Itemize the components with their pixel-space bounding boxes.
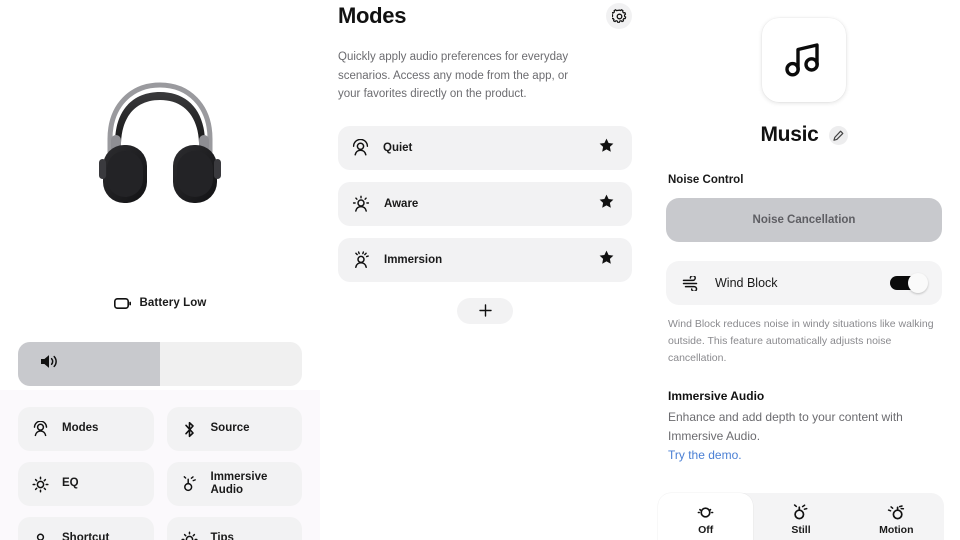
off-circle-icon (697, 506, 714, 518)
wind-icon (682, 275, 701, 291)
wind-block-row[interactable]: Wind Block (666, 261, 942, 305)
wind-block-label: Wind Block (715, 276, 778, 290)
tile-shortcut[interactable]: Shortcut (18, 517, 154, 540)
plus-icon (478, 304, 492, 318)
star-filled-icon (599, 138, 614, 152)
modes-panel: Modes Quickly apply audio preferences fo… (320, 0, 650, 540)
immersive-audio-description: Enhance and add depth to your content wi… (668, 410, 903, 444)
segment-label: Motion (879, 523, 914, 536)
wind-block-help-text: Wind Block reduces noise in windy situat… (668, 318, 934, 364)
music-note-icon (785, 43, 819, 77)
tile-label: Modes (62, 422, 99, 435)
modes-description: Quickly apply audio preferences for ever… (338, 51, 569, 101)
immersive-audio-icon (181, 475, 198, 493)
volume-control (0, 316, 320, 386)
aware-head-icon (352, 195, 370, 213)
mode-title-row: Music (658, 123, 950, 147)
segment-motion[interactable]: Motion (849, 493, 944, 540)
gear-icon (611, 8, 626, 23)
mode-item-aware[interactable]: Aware (338, 181, 632, 226)
mode-title: Music (760, 123, 819, 146)
still-icon (794, 503, 808, 519)
noise-control-label: Noise Control (668, 174, 744, 186)
battery-label: Battery Low (139, 297, 207, 309)
mode-detail-panel: Music Noise Control Noise Cancellation W… (650, 0, 960, 540)
modes-head-icon (32, 421, 49, 437)
tile-label: Immersive Audio (210, 470, 268, 496)
add-mode-button[interactable] (457, 297, 513, 324)
modes-header: Modes (338, 0, 632, 32)
tile-eq[interactable]: EQ (18, 462, 154, 506)
segment-off[interactable]: Off (658, 493, 754, 540)
star-filled-icon (599, 194, 614, 208)
favorite-star-button[interactable] (599, 250, 614, 270)
volume-icon (40, 354, 60, 375)
tile-label: Tips (210, 532, 234, 540)
edit-mode-name-button[interactable] (828, 125, 848, 145)
mode-item-quiet[interactable]: Quiet (338, 125, 632, 170)
device-panel: Battery Low Modes Source EQ Immersive Au… (0, 0, 320, 540)
modes-settings-button[interactable] (606, 3, 632, 29)
bluetooth-icon (181, 421, 198, 438)
wind-block-toggle[interactable] (890, 273, 928, 293)
mode-icon-card[interactable] (762, 18, 846, 102)
app-root: Battery Low Modes Source EQ Immersive Au… (0, 0, 960, 540)
motion-icon (887, 504, 904, 519)
immersive-audio-mode-selector: Off Still Motion (658, 493, 944, 540)
mode-name: Immersion (384, 253, 443, 266)
quiet-head-icon (352, 138, 369, 157)
battery-empty-icon (113, 297, 131, 309)
noise-cancellation-slider[interactable]: Noise Cancellation (666, 198, 942, 242)
tile-source[interactable]: Source (166, 407, 302, 451)
segment-still[interactable]: Still (753, 493, 848, 540)
tile-modes[interactable]: Modes (18, 407, 154, 451)
immersion-head-icon (352, 251, 370, 269)
battery-status: Battery Low (0, 290, 320, 316)
tile-tips[interactable]: Tips (166, 517, 302, 540)
mode-name: Quiet (383, 141, 413, 154)
shortcut-icon (32, 531, 49, 540)
star-filled-icon (599, 250, 614, 264)
mode-name: Aware (384, 197, 419, 210)
mode-item-immersion[interactable]: Immersion (338, 237, 632, 282)
tile-label: EQ (62, 477, 79, 490)
pencil-icon (832, 130, 843, 141)
page-title: Modes (338, 3, 407, 28)
try-demo-link[interactable]: Try the demo. (668, 448, 742, 462)
noise-cancellation-label: Noise Cancellation (752, 214, 856, 226)
product-image-area (0, 0, 320, 290)
tile-label: Shortcut (62, 532, 110, 540)
eq-sun-icon (32, 475, 49, 493)
segment-label: Still (791, 523, 811, 536)
headphones-image (99, 81, 221, 203)
favorite-star-button[interactable] (599, 138, 614, 158)
feature-tiles: Modes Source EQ Immersive Audio Shortcut… (0, 386, 320, 540)
volume-slider[interactable] (18, 342, 302, 386)
tips-icon (180, 530, 198, 540)
immersive-audio-title: Immersive Audio (668, 389, 765, 403)
tile-label: Source (210, 422, 250, 435)
tile-immersive-audio[interactable]: Immersive Audio (166, 462, 302, 506)
favorite-star-button[interactable] (599, 194, 614, 214)
toggle-knob (908, 273, 928, 293)
segment-label: Off (698, 523, 714, 536)
modes-list: Quiet Aware Immersion (338, 125, 632, 282)
